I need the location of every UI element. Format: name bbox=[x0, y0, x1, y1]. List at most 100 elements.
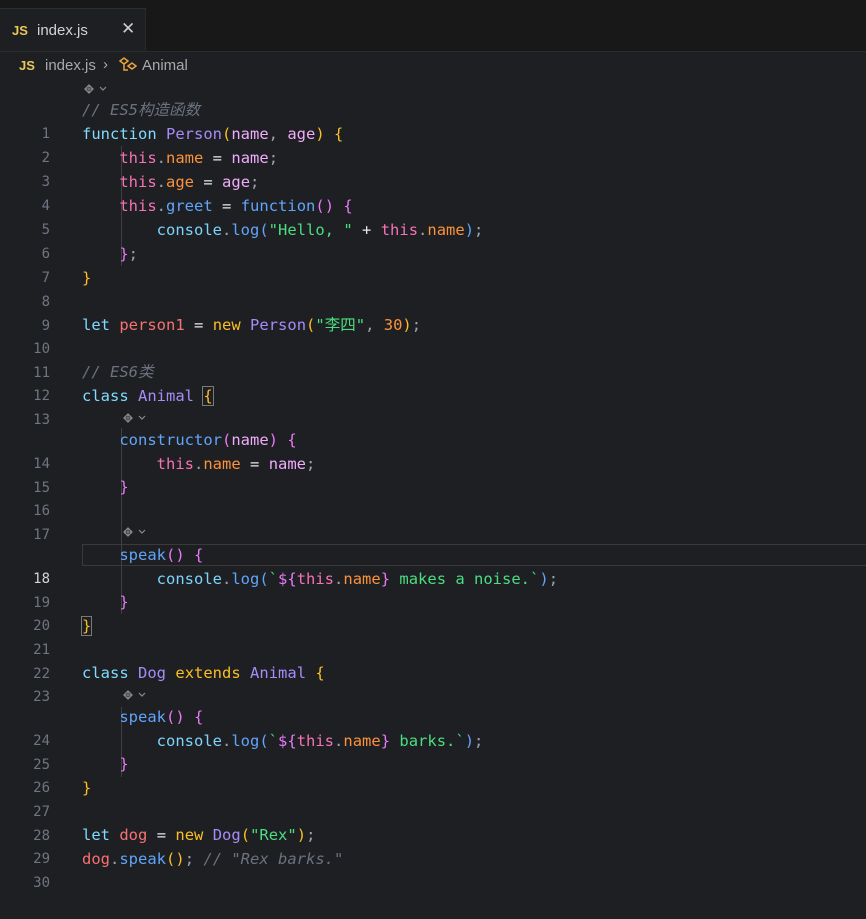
code-line[interactable]: 2 function Person(name, age) { bbox=[0, 122, 866, 166]
chevron-right-icon: › bbox=[103, 56, 108, 73]
token: Person bbox=[166, 125, 222, 143]
code-line[interactable]: 30 dog.speak(); // "Rex barks." bbox=[0, 847, 866, 891]
token: log bbox=[231, 221, 260, 239]
token: function bbox=[82, 125, 157, 143]
code-line[interactable]: 8 } bbox=[0, 266, 866, 310]
token: new bbox=[175, 826, 204, 844]
codelens-icon[interactable] bbox=[121, 411, 161, 427]
token: name bbox=[231, 149, 269, 167]
code-line[interactable]: 15 this.name = name; bbox=[0, 452, 866, 496]
js-file-icon: JS bbox=[12, 23, 28, 38]
code-line[interactable]: 23 class Dog extends Animal { bbox=[0, 661, 866, 705]
token: + bbox=[362, 221, 372, 239]
code-line[interactable]: 26 } bbox=[0, 752, 866, 796]
code-line[interactable]: 13 class Animal { bbox=[0, 384, 866, 428]
token: "Rex" bbox=[250, 826, 297, 844]
code-line[interactable]: 5 this.greet = function() { bbox=[0, 194, 866, 238]
breadcrumb-file[interactable]: index.js bbox=[45, 57, 96, 74]
token: age bbox=[287, 125, 316, 143]
comment: // ES5构造函数 bbox=[82, 101, 200, 119]
token: name bbox=[231, 431, 269, 449]
code-line[interactable]: 20 } bbox=[0, 590, 866, 634]
token: new bbox=[212, 316, 241, 334]
token: Person bbox=[250, 316, 307, 334]
comment: // ES6类 bbox=[82, 363, 154, 381]
token: name bbox=[268, 455, 307, 473]
token: this bbox=[380, 221, 419, 239]
code-line[interactable]: 7 }; bbox=[0, 242, 866, 286]
code-line[interactable]: 18 speak() { bbox=[0, 543, 866, 587]
code-line[interactable]: 21 } bbox=[0, 614, 866, 658]
code-line[interactable]: 24 speak() { bbox=[0, 705, 866, 749]
code-line[interactable]: 14 constructor(name) { bbox=[0, 428, 866, 472]
token: this bbox=[296, 570, 335, 588]
code-line[interactable]: 22 bbox=[0, 638, 866, 682]
js-file-icon: JS bbox=[19, 58, 35, 73]
token: = bbox=[203, 173, 213, 191]
token: makes a noise.` bbox=[390, 570, 540, 588]
code-line[interactable]: 17 bbox=[0, 499, 866, 543]
token: log bbox=[231, 570, 260, 588]
token: person1 bbox=[119, 316, 185, 334]
tab-index-js[interactable]: JS index.js ✕ bbox=[0, 8, 146, 51]
code-line[interactable]: 11 bbox=[0, 337, 866, 381]
code-line[interactable]: 6 console.log("Hello, " + this.name); bbox=[0, 218, 866, 262]
class-symbol-icon bbox=[118, 56, 138, 78]
code-line[interactable]: 4 this.age = age; bbox=[0, 170, 866, 214]
code-line[interactable]: 27 } bbox=[0, 776, 866, 820]
token: name bbox=[231, 125, 269, 143]
token: this bbox=[156, 455, 194, 473]
code-line[interactable]: 16 } bbox=[0, 475, 866, 519]
token: barks.` bbox=[390, 732, 465, 750]
code-line[interactable]: 29 let dog = new Dog("Rex"); bbox=[0, 823, 866, 867]
token: = bbox=[194, 316, 204, 334]
comment: // "Rex barks." bbox=[203, 850, 344, 868]
code-line[interactable]: 3 this.name = name; bbox=[0, 146, 866, 190]
token: name bbox=[343, 732, 381, 750]
token: name bbox=[203, 455, 241, 473]
token: console bbox=[156, 570, 222, 588]
codelens-icon[interactable] bbox=[82, 82, 122, 98]
token: "李四" bbox=[315, 316, 366, 334]
token: this bbox=[119, 173, 157, 191]
code-line[interactable]: 12 // ES6类 bbox=[0, 360, 866, 404]
token: "Hello, " bbox=[268, 221, 353, 239]
token: = bbox=[212, 149, 223, 167]
token: age bbox=[222, 173, 251, 191]
token: Animal bbox=[250, 664, 307, 682]
token: class bbox=[82, 387, 129, 405]
token: let bbox=[82, 826, 110, 844]
code-line[interactable]: 28 bbox=[0, 800, 866, 844]
codelens-icon[interactable] bbox=[121, 688, 161, 704]
code-line[interactable]: 9 bbox=[0, 290, 866, 334]
code-line[interactable]: 19 console.log(`${this.name} makes a noi… bbox=[0, 567, 866, 611]
token: = bbox=[156, 826, 167, 844]
token: class bbox=[82, 664, 129, 682]
codelens-icon[interactable] bbox=[121, 525, 161, 541]
token: extends bbox=[175, 664, 241, 682]
close-icon[interactable]: ✕ bbox=[121, 19, 135, 39]
token: 30 bbox=[383, 316, 403, 334]
token: function bbox=[240, 197, 316, 215]
code-line[interactable]: 1 // ES5构造函数 bbox=[0, 98, 866, 142]
token: console bbox=[156, 221, 222, 239]
code-line[interactable]: 25 console.log(`${this.name} barks.`); bbox=[0, 729, 866, 773]
token: speak bbox=[119, 850, 167, 868]
line-number: 30 bbox=[33, 875, 50, 891]
token: Dog bbox=[212, 826, 241, 844]
token: this bbox=[119, 197, 157, 215]
token: name bbox=[427, 221, 465, 239]
token: this bbox=[296, 732, 335, 750]
token: greet bbox=[166, 197, 213, 215]
breadcrumb-symbol[interactable]: Animal bbox=[142, 57, 188, 74]
token: log bbox=[231, 732, 260, 750]
token: speak bbox=[119, 708, 166, 726]
token: constructor bbox=[119, 431, 222, 449]
code-line[interactable]: 10 let person1 = new Person("李四", 30); bbox=[0, 313, 866, 357]
token: dog bbox=[82, 850, 110, 868]
token: console bbox=[156, 732, 222, 750]
tab-label: index.js bbox=[37, 22, 88, 39]
token: name bbox=[166, 149, 204, 167]
token: dog bbox=[119, 826, 148, 844]
breadcrumb: JS index.js › Animal bbox=[0, 56, 866, 78]
